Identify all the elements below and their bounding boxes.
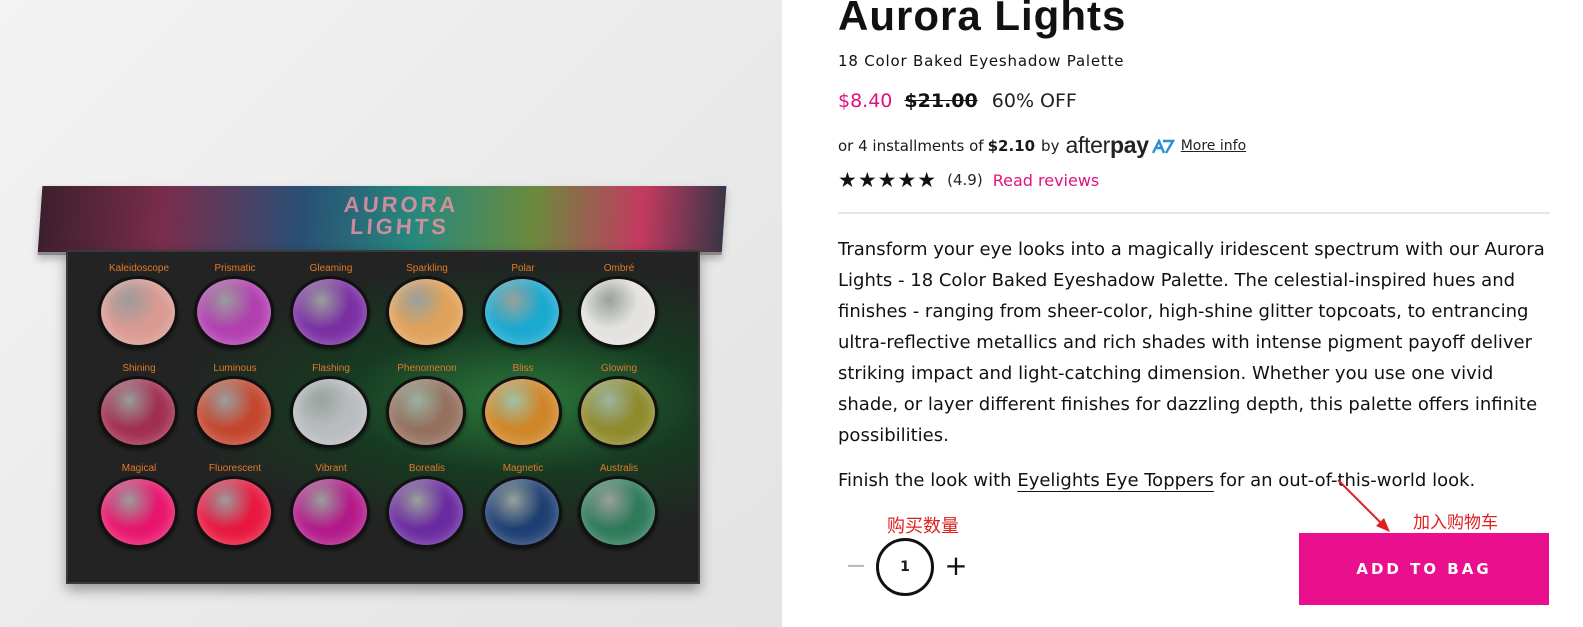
shade-name: Flashing — [312, 363, 350, 374]
quantity-annotation: 购买数量 — [887, 516, 959, 537]
shade-name: Glowing — [600, 363, 638, 374]
eyeshadow-pan: Flashing — [290, 362, 372, 448]
eyeshadow-pan-grid: Kaleidoscope Prismatic Gleaming Sparkling Po… — [98, 262, 660, 562]
shade-disc — [290, 376, 370, 448]
shade-disc — [578, 476, 658, 548]
shade-disc — [98, 276, 178, 348]
shade-disc — [578, 376, 658, 448]
afterpay-by: by — [1041, 136, 1060, 155]
eye-toppers-link[interactable]: Eyelights Eye Toppers — [1017, 470, 1214, 491]
afterpay-logo: afterpay — [1065, 132, 1149, 159]
annotation-arrow-icon — [1337, 479, 1390, 532]
rating-row: ★★★★★ (4.9) Read reviews — [838, 168, 1099, 192]
more-info-link[interactable]: More info — [1181, 138, 1246, 154]
add-to-cart-annotation: 加入购物车 — [1413, 513, 1498, 533]
eyeshadow-pan: Shining — [98, 362, 180, 448]
shade-disc — [386, 276, 466, 348]
shade-disc — [482, 276, 562, 348]
finish-text-before: Finish the look with — [838, 470, 1012, 491]
shade-name: Australis — [599, 463, 639, 474]
eyeshadow-pan: Ombré — [578, 262, 660, 348]
quantity-number: 1 — [900, 559, 910, 575]
shade-name: Ombré — [603, 263, 635, 274]
product-image: AURORA LIGHTS Kaleidoscope Prismatic Gleam… — [0, 0, 782, 627]
shade-disc — [98, 376, 178, 448]
read-reviews-link[interactable]: Read reviews — [993, 171, 1100, 190]
shade-disc — [290, 276, 370, 348]
shade-disc — [386, 376, 466, 448]
eyeshadow-pan: Bliss — [482, 362, 564, 448]
shade-name: Vibrant — [315, 463, 347, 474]
shade-disc — [578, 276, 658, 348]
star-rating-icon: ★★★★★ — [838, 168, 938, 192]
afterpay-logo-light: after — [1065, 132, 1110, 158]
eyeshadow-pan: Luminous — [194, 362, 276, 448]
palette-base: Kaleidoscope Prismatic Gleaming Sparkling Po… — [66, 250, 700, 584]
eyeshadow-row: Shining Luminous Flashing Phenomenon Bliss Gl… — [98, 362, 660, 448]
eyeshadow-pan: Fluorescent — [194, 462, 276, 548]
product-title: Aurora Lights — [838, 0, 1127, 39]
shade-name: Borealis — [408, 463, 446, 474]
shade-disc — [194, 276, 274, 348]
eyeshadow-pan: Australis — [578, 462, 660, 548]
afterpay-logo-bold: pay — [1109, 132, 1149, 158]
shade-name: Bliss — [512, 363, 534, 374]
installment-amount: $2.10 — [987, 136, 1036, 155]
quantity-decrease-button[interactable]: − — [844, 553, 868, 580]
shade-name: Polar — [511, 263, 535, 274]
original-price: $21.00 — [904, 90, 978, 112]
eyeshadow-pan: Gleaming — [290, 262, 372, 348]
shade-disc — [98, 476, 178, 548]
divider — [838, 212, 1550, 214]
quantity-increase-button[interactable]: + — [944, 552, 968, 581]
eyeshadow-pan: Prismatic — [194, 262, 276, 348]
shade-disc — [386, 476, 466, 548]
afterpay-badge-icon — [1151, 138, 1175, 154]
eyeshadow-pan: Vibrant — [290, 462, 372, 548]
shade-name: Shining — [122, 363, 156, 374]
shade-disc — [194, 476, 274, 548]
rating-value: (4.9) — [947, 171, 983, 189]
shade-name: Gleaming — [309, 263, 353, 274]
shade-name: Luminous — [213, 363, 257, 374]
price-row: $8.40 $21.00 60% OFF — [838, 90, 1077, 112]
eyeshadow-pan: Magnetic — [482, 462, 564, 548]
palette-lid: AURORA LIGHTS — [37, 186, 727, 255]
eyeshadow-pan: Kaleidoscope — [98, 262, 180, 348]
eyeshadow-row: Kaleidoscope Prismatic Gleaming Sparkling Po… — [98, 262, 660, 348]
quantity-value[interactable]: 1 — [876, 538, 934, 596]
afterpay-row: or 4 installments of $2.10 by afterpay M… — [838, 132, 1246, 159]
discount-label: 60% OFF — [991, 90, 1077, 112]
eyeshadow-row: Magical Fluorescent Vibrant Borealis Magneti… — [98, 462, 660, 548]
eyeshadow-pan: Glowing — [578, 362, 660, 448]
shade-name: Kaleidoscope — [108, 263, 170, 274]
shade-name: Sparkling — [406, 263, 448, 274]
palette-lid-text: AURORA LIGHTS — [342, 192, 460, 239]
shade-disc — [290, 476, 370, 548]
eyeshadow-pan: Sparkling — [386, 262, 468, 348]
sale-price: $8.40 — [838, 90, 893, 112]
eyeshadow-pan: Magical — [98, 462, 180, 548]
shade-disc — [194, 376, 274, 448]
shade-name: Magical — [121, 463, 157, 474]
eyeshadow-pan: Borealis — [386, 462, 468, 548]
eyeshadow-pan: Phenomenon — [386, 362, 468, 448]
add-to-bag-button[interactable]: ADD TO BAG — [1299, 533, 1549, 605]
shade-name: Phenomenon — [397, 363, 457, 374]
product-description: Transform your eye looks into a magicall… — [838, 239, 1545, 446]
eyeshadow-pan: Polar — [482, 262, 564, 348]
product-subtitle: 18 Color Baked Eyeshadow Palette — [838, 52, 1125, 70]
shade-disc — [482, 376, 562, 448]
shade-name: Prismatic — [214, 263, 256, 274]
shade-name: Magnetic — [502, 463, 544, 474]
shade-disc — [482, 476, 562, 548]
shade-name: Fluorescent — [208, 463, 262, 474]
installments-text: or 4 installments of — [838, 136, 984, 155]
